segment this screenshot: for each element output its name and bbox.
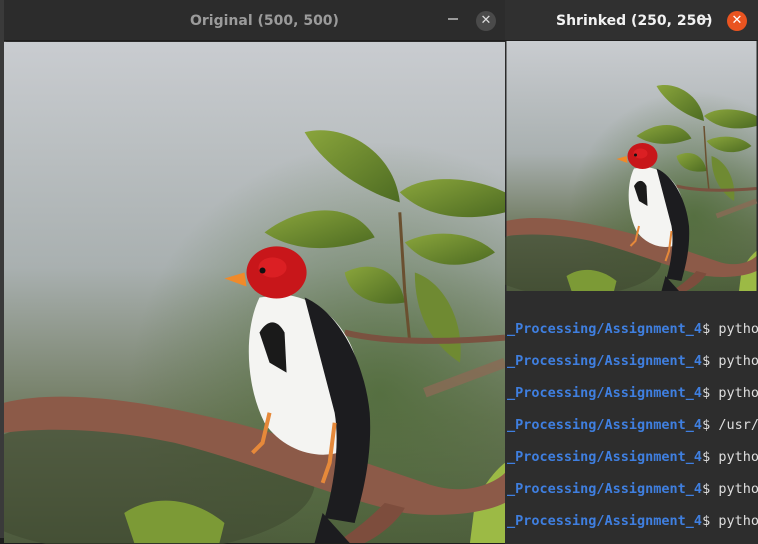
terminal-line: _Processing/Assignment_4$ python3: [507, 384, 758, 402]
terminal-line: _Processing/Assignment_4$ python3: [507, 512, 758, 530]
terminal-line: _Processing/Assignment_4$ python3: [507, 320, 758, 338]
bird-photo-icon: [4, 42, 505, 544]
prompt-path: _Processing/Assignment_4: [507, 321, 703, 337]
minimize-icon[interactable]: [699, 18, 709, 20]
prompt-path: _Processing/Assignment_4: [507, 481, 703, 497]
original-titlebar[interactable]: Original (500, 500) ✕: [4, 0, 505, 41]
prompt-command: $ python3: [702, 513, 758, 529]
original-window[interactable]: Original (500, 500) ✕: [4, 0, 505, 544]
terminal-line: _Processing/Assignment_4$ python3: [507, 448, 758, 466]
terminal-line: _Processing/Assignment_4$ python3: [507, 480, 758, 498]
prompt-command: $ python3: [702, 449, 758, 465]
prompt-command: $ python3: [702, 321, 758, 337]
close-icon[interactable]: ✕: [476, 11, 496, 31]
terminal-line: _Processing/Assignment_4$ python3: [507, 352, 758, 370]
original-image: [4, 41, 505, 544]
close-icon[interactable]: ✕: [727, 11, 747, 31]
prompt-path: _Processing/Assignment_4: [507, 385, 703, 401]
window-title: Original (500, 500): [190, 13, 339, 29]
prompt-command: $ python3: [702, 353, 758, 369]
prompt-path: _Processing/Assignment_4: [507, 353, 703, 369]
window-title: Shrinked (250, 250): [556, 13, 713, 29]
terminal-window[interactable]: _Processing/Assignment_4$ python3 _Proce…: [505, 291, 758, 544]
terminal-line: _Processing/Assignment_4$ /usr/bi: [507, 416, 758, 434]
prompt-path: _Processing/Assignment_4: [507, 417, 703, 433]
shrinked-image: [505, 41, 758, 291]
prompt-command: $ /usr/bi: [702, 417, 758, 433]
prompt-command: $ python3: [702, 481, 758, 497]
prompt-path: _Processing/Assignment_4: [507, 513, 703, 529]
prompt-command: $ python3: [702, 385, 758, 401]
minimize-icon[interactable]: [448, 18, 458, 20]
prompt-path: _Processing/Assignment_4: [507, 449, 703, 465]
shrinked-titlebar[interactable]: Shrinked (250, 250) ✕: [505, 0, 758, 41]
shrinked-window[interactable]: Shrinked (250, 250) ✕: [505, 0, 758, 291]
bird-photo-icon: [505, 41, 758, 291]
